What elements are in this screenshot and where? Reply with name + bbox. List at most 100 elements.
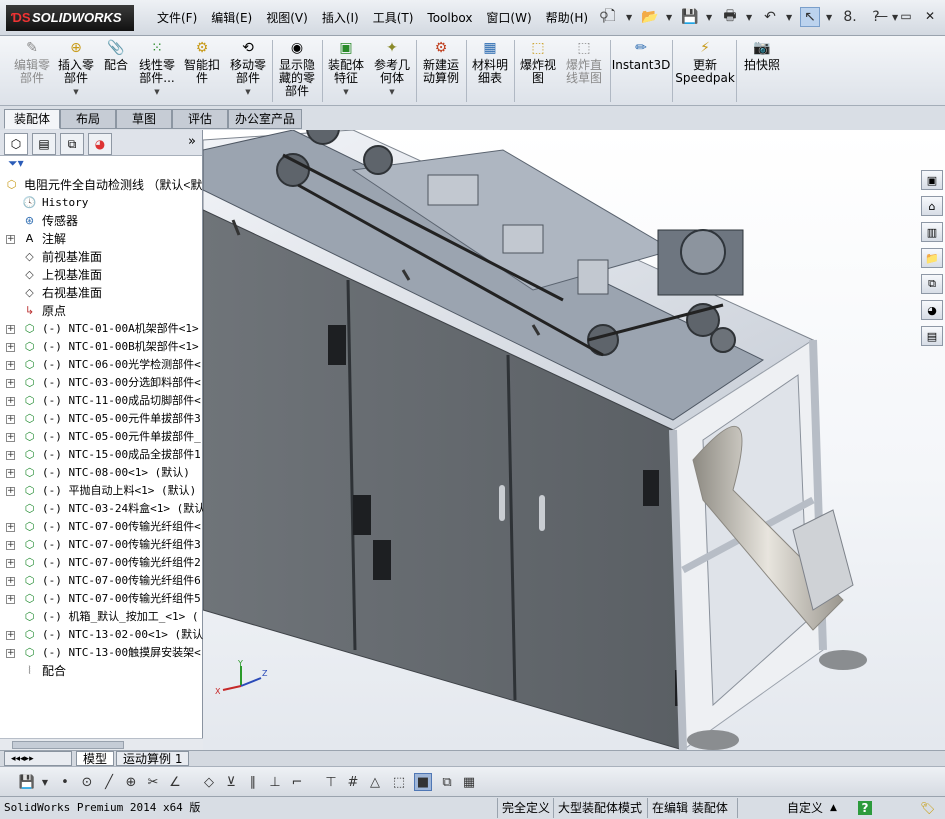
show-hidden-components-button[interactable]: ◉ 显示隐藏的零部件: [276, 39, 318, 98]
viewport-close-icon[interactable]: ✕: [921, 130, 939, 132]
tree-item[interactable]: + ⬡ (-) NTC-07-00传输光纤组件3: [0, 536, 203, 554]
expand-icon[interactable]: +: [6, 235, 15, 244]
select-arrow-icon[interactable]: ↖: [800, 7, 820, 27]
shaded-cube-icon[interactable]: ■: [414, 773, 432, 791]
print-icon[interactable]: 🖶: [720, 7, 740, 27]
instant3d-button[interactable]: ✏ Instant3D: [612, 39, 671, 72]
units-up-arrow-icon[interactable]: ▲: [830, 798, 837, 818]
tab-office-products[interactable]: 办公室产品: [228, 109, 302, 129]
expand-icon[interactable]: +: [6, 397, 15, 406]
close-icon[interactable]: ✕: [921, 8, 939, 24]
update-speedpak-button[interactable]: ⚡ 更新Speedpak: [675, 39, 735, 85]
tab-motion-study-1[interactable]: 运动算例 1: [116, 751, 190, 766]
undo-icon[interactable]: ↶: [760, 7, 780, 27]
linear-pattern-button[interactable]: ⁙ 线性零部件... ▼: [136, 39, 178, 99]
perpendicular-icon[interactable]: ⊥: [266, 773, 284, 791]
tree-item[interactable]: + ⬡ (-) NTC-08-00<1> (默认): [0, 464, 203, 482]
tab-scroll-arrows[interactable]: ◂◂◂▸▸: [4, 751, 72, 766]
view-settings-icon[interactable]: ▤: [639, 130, 657, 132]
expand-icon[interactable]: +: [6, 649, 15, 658]
expand-icon[interactable]: +: [6, 523, 15, 532]
expand-icon[interactable]: +: [6, 451, 15, 460]
tree-item[interactable]: + ⬡ (-) NTC-13-00触摸屏安装架<: [0, 644, 203, 662]
tab-layout[interactable]: 布局: [60, 109, 116, 129]
line-icon[interactable]: ╱: [100, 773, 118, 791]
property-manager-tab-icon[interactable]: ▤: [32, 133, 56, 155]
explode-line-sketch-button[interactable]: ⬚ 爆炸直线草图: [562, 39, 606, 85]
section-view-icon[interactable]: ◧: [485, 130, 503, 132]
open-folder-icon[interactable]: 📂: [640, 7, 660, 27]
restore-icon[interactable]: ▭: [897, 8, 915, 24]
cube-wireframe-icon[interactable]: ⬚: [390, 773, 408, 791]
save-dropdown-icon[interactable]: ▼: [36, 773, 54, 791]
parallel-icon[interactable]: ∥: [244, 773, 262, 791]
rebuild-icon[interactable]: 8.: [840, 7, 860, 27]
tree-item[interactable]: + ⬡ (-) 平抛自动上料<1> (默认): [0, 482, 203, 500]
custom-properties-icon[interactable]: ▤: [921, 326, 943, 346]
assembly-features-dropdown-icon[interactable]: ▼: [343, 86, 348, 99]
menu-edit[interactable]: 编辑(E): [204, 10, 259, 27]
mate-button[interactable]: 📎 配合: [100, 39, 132, 72]
take-snapshot-button[interactable]: 📷 拍快照: [740, 39, 784, 72]
new-dropdown-icon[interactable]: ▼: [626, 13, 634, 22]
tree-item[interactable]: + ⬡ (-) NTC-05-00元件单拔部件3: [0, 410, 203, 428]
expand-icon[interactable]: +: [6, 541, 15, 550]
assembly-features-button[interactable]: ▣ 装配体特征 ▼: [326, 39, 366, 99]
solidworks-logo[interactable]: ƊS SOLIDWORKS: [6, 5, 134, 31]
tree-item[interactable]: ⬡ (-) NTC-03-24料盒<1> (默认: [0, 500, 203, 518]
design-library-icon[interactable]: ▥: [921, 222, 943, 242]
menu-view[interactable]: 视图(V): [259, 10, 315, 27]
expand-icon[interactable]: +: [6, 469, 15, 478]
open-dropdown-icon[interactable]: ▼: [666, 13, 674, 22]
expand-panel-icon[interactable]: »: [188, 134, 196, 149]
viewport-minimize-icon[interactable]: —: [873, 130, 891, 132]
tree-item[interactable]: + ⬡ (-) NTC-07-00传输光纤组件6: [0, 572, 203, 590]
print-dropdown-icon[interactable]: ▼: [746, 13, 754, 22]
file-explorer-icon[interactable]: 📁: [921, 248, 943, 268]
expand-icon[interactable]: +: [6, 433, 15, 442]
edit-component-button[interactable]: ✎ 编辑零部件: [10, 39, 54, 85]
tree-item[interactable]: + ⬡ (-) NTC-13-02-00<1> (默认): [0, 626, 203, 644]
home-icon[interactable]: ⌂: [921, 196, 943, 216]
menu-window[interactable]: 窗口(W): [479, 10, 538, 27]
scrollbar-thumb[interactable]: [12, 741, 124, 749]
tree-item[interactable]: ⊛ 传感器: [0, 212, 203, 230]
help-status-icon[interactable]: ?: [858, 801, 872, 815]
bill-of-materials-button[interactable]: ▦ 材料明细表: [470, 39, 510, 85]
new-motion-study-button[interactable]: ⚙ 新建运动算例: [420, 39, 462, 85]
split-view-icon[interactable]: ◫: [825, 130, 843, 132]
edit-appearance-icon[interactable]: ◕: [595, 130, 613, 132]
move-component-button[interactable]: ⟲ 移动零部件 ▼: [228, 39, 268, 99]
tab-sketch[interactable]: 草图: [116, 109, 172, 129]
minimize-icon[interactable]: —: [873, 8, 891, 24]
tree-item[interactable]: + ⬡ (-) NTC-15-00成品全拔部件1: [0, 446, 203, 464]
expand-icon[interactable]: +: [6, 325, 15, 334]
tag-icon[interactable]: 🏷: [920, 798, 935, 818]
save-icon[interactable]: 💾: [680, 7, 700, 27]
tree-item[interactable]: ⬡ 电阻元件全自动检测线 （默认<默: [0, 176, 203, 194]
view-orientation-icon[interactable]: ⬒: [529, 130, 547, 132]
solidworks-resources-icon[interactable]: ▣: [921, 170, 943, 190]
camera-view-icon[interactable]: ⧉: [438, 773, 456, 791]
graphics-area[interactable]: 🔍 ⌕ ↶ ◧ ▨ ⬒ ◈ ◎ ◕ ✿ ▤ ◫ ◨ — ⧉ ✕ ▣ ⌂ ▥ 📁 …: [203, 130, 945, 750]
insert-component-button[interactable]: ⊕ 插入零部件 ▼: [56, 39, 96, 99]
tree-item[interactable]: + ⬡ (-) NTC-01-00B机架部件<1>: [0, 338, 203, 356]
tree-item[interactable]: + ⬡ (-) NTC-01-00A机架部件<1>: [0, 320, 203, 338]
tree-item[interactable]: ◇ 前视基准面: [0, 248, 203, 266]
save-dropdown-icon[interactable]: ▼: [706, 13, 714, 22]
tree-item[interactable]: ◇ 上视基准面: [0, 266, 203, 284]
tree-item[interactable]: ◇ 右视基准面: [0, 284, 203, 302]
menu-tools[interactable]: 工具(T): [366, 10, 421, 27]
triangle-icon[interactable]: △: [366, 773, 384, 791]
tab-assembly[interactable]: 装配体: [4, 109, 60, 129]
select-dropdown-icon[interactable]: ▼: [826, 13, 834, 22]
tree-item[interactable]: + ⬡ (-) NTC-11-00成品切脚部件<: [0, 392, 203, 410]
filter-icon[interactable]: ⏷▾: [8, 156, 24, 170]
menu-help[interactable]: 帮助(H): [539, 10, 595, 27]
feature-manager-tab-icon[interactable]: ⬡: [4, 133, 28, 155]
save-icon[interactable]: 💾: [18, 773, 36, 791]
expand-icon[interactable]: +: [6, 343, 15, 352]
tree-item[interactable]: + ⬡ (-) NTC-06-00光学检测部件<: [0, 356, 203, 374]
tab-evaluate[interactable]: 评估: [172, 109, 228, 129]
tree-item[interactable]: 🕓 History: [0, 194, 203, 212]
